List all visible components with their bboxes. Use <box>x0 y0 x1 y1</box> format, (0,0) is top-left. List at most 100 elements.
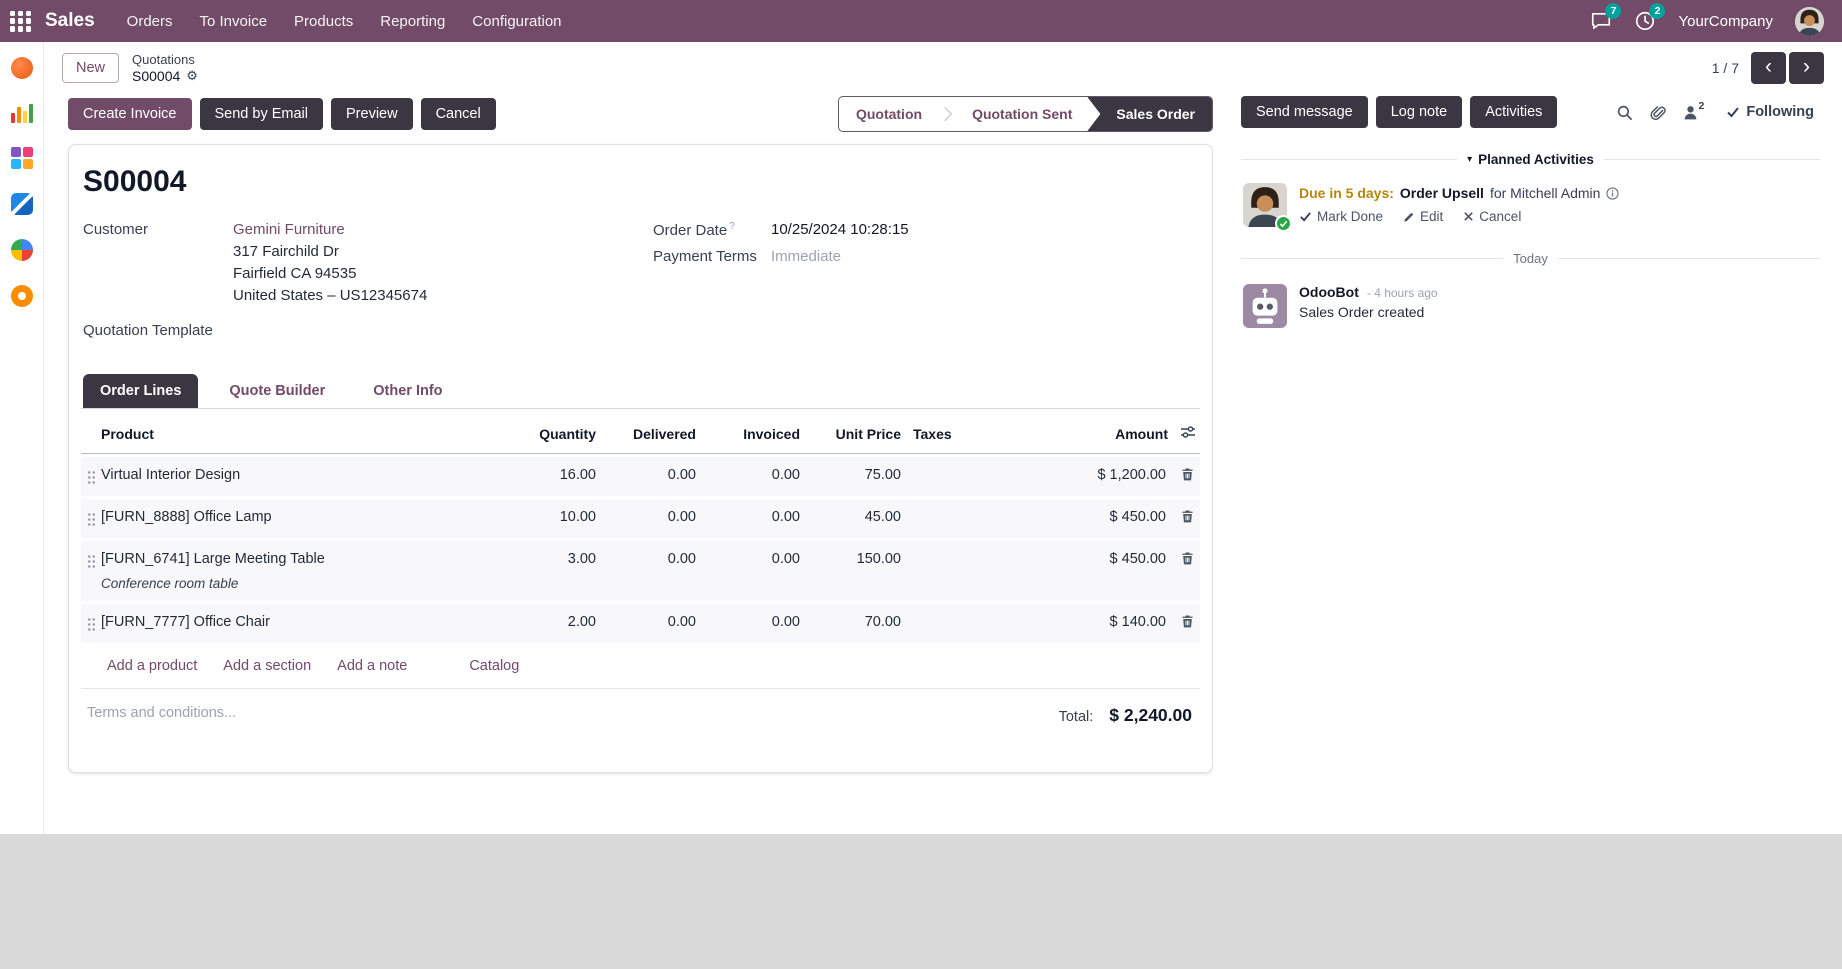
edit-activity-button[interactable]: Edit <box>1403 209 1443 224</box>
activities-clock-icon[interactable]: 2 <box>1634 10 1656 32</box>
cell-invoiced[interactable]: 0.00 <box>702 604 806 643</box>
cell-unit-price[interactable]: 75.00 <box>806 457 907 496</box>
activity-avatar[interactable] <box>1243 183 1287 227</box>
cell-amount: $ 1,200.00 <box>1064 457 1174 496</box>
status-step-quotation[interactable]: Quotation <box>839 97 939 131</box>
tab-other-info[interactable]: Other Info <box>356 374 459 408</box>
cell-taxes[interactable] <box>907 499 1064 538</box>
form-settings-gear-icon[interactable]: ⚙ <box>186 68 198 84</box>
product-note[interactable]: Conference room table <box>101 576 512 591</box>
row-drag-handle[interactable] <box>81 457 95 496</box>
order-date-value[interactable]: 10/25/2024 10:28:15 <box>771 221 909 239</box>
catalog-link[interactable]: Catalog <box>469 658 519 674</box>
cell-product[interactable]: [FURN_7777] Office Chair <box>95 604 518 643</box>
main-area: New Quotations S00004 ⚙ 1 / 7 ‹ › <box>44 42 1842 834</box>
nav-item-products[interactable]: Products <box>294 13 353 30</box>
planned-activities-toggle[interactable]: ▾ Planned Activities <box>1467 152 1594 167</box>
payment-terms-value[interactable]: Immediate <box>771 248 841 265</box>
x-icon <box>1463 211 1474 222</box>
add-a-section-link[interactable]: Add a section <box>223 658 311 674</box>
log-note-button[interactable]: Log note <box>1376 96 1462 128</box>
dock-icon-bar-chart[interactable] <box>11 103 33 123</box>
info-icon[interactable] <box>1606 187 1619 200</box>
cancel-button[interactable]: Cancel <box>421 98 496 130</box>
cancel-activity-button[interactable]: Cancel <box>1463 209 1521 224</box>
cell-quantity[interactable]: 2.00 <box>518 604 602 643</box>
cell-delete <box>1174 604 1200 643</box>
dock-icon-orange-circle[interactable] <box>11 57 33 79</box>
cell-unit-price[interactable]: 70.00 <box>806 604 907 643</box>
cell-product[interactable]: [FURN_8888] Office Lamp <box>95 499 518 538</box>
send-message-button[interactable]: Send message <box>1241 96 1368 128</box>
trash-icon[interactable] <box>1180 551 1195 566</box>
terms-and-conditions-input[interactable]: Terms and conditions... <box>87 705 236 726</box>
mark-done-button[interactable]: Mark Done <box>1299 209 1383 224</box>
cell-invoiced[interactable]: 0.00 <box>702 457 806 496</box>
cell-taxes[interactable] <box>907 604 1064 643</box>
quotation-template-field[interactable]: Quotation Template <box>83 322 653 339</box>
company-switcher[interactable]: YourCompany <box>1678 13 1773 30</box>
cell-invoiced[interactable]: 0.00 <box>702 541 806 601</box>
cell-taxes[interactable] <box>907 457 1064 496</box>
dock-icon-pie[interactable] <box>11 239 33 261</box>
cell-delivered[interactable]: 0.00 <box>602 499 702 538</box>
send-by-email-button[interactable]: Send by Email <box>200 98 324 130</box>
customer-link[interactable]: Gemini Furniture <box>233 221 345 238</box>
status-step-quotation-sent[interactable]: Quotation Sent <box>955 97 1089 131</box>
trash-icon[interactable] <box>1180 509 1195 524</box>
dock-icon-blue-app[interactable] <box>11 193 33 215</box>
message-author[interactable]: OdooBot <box>1299 284 1359 300</box>
search-messages-icon[interactable] <box>1616 104 1633 121</box>
table-header-row: Product Quantity Delivered Invoiced Unit… <box>81 414 1200 454</box>
nav-item-configuration[interactable]: Configuration <box>472 13 561 30</box>
user-avatar[interactable] <box>1795 7 1824 36</box>
messages-icon[interactable]: 7 <box>1590 10 1612 32</box>
row-drag-handle[interactable] <box>81 604 95 643</box>
app-dock <box>0 42 44 834</box>
status-step-sales-order[interactable]: Sales Order <box>1087 97 1212 131</box>
app-brand[interactable]: Sales <box>45 10 95 32</box>
nav-item-reporting[interactable]: Reporting <box>380 13 445 30</box>
list-footer-links: Add a product Add a section Add a note C… <box>81 646 1200 689</box>
cell-taxes[interactable] <box>907 541 1064 601</box>
breadcrumb-parent-link[interactable]: Quotations <box>132 52 198 67</box>
dock-icon-orange-donut[interactable] <box>11 285 33 307</box>
row-drag-handle[interactable] <box>81 541 95 601</box>
pager-next-button[interactable]: › <box>1789 52 1824 84</box>
cell-delivered[interactable]: 0.00 <box>602 457 702 496</box>
pager-previous-button[interactable]: ‹ <box>1751 52 1786 84</box>
trash-icon[interactable] <box>1180 467 1195 482</box>
cell-unit-price[interactable]: 45.00 <box>806 499 907 538</box>
cell-product[interactable]: Virtual Interior Design <box>95 457 518 496</box>
apps-grid-icon[interactable] <box>10 11 31 32</box>
activities-button[interactable]: Activities <box>1470 96 1557 128</box>
odoobot-avatar[interactable] <box>1243 284 1287 328</box>
preview-button[interactable]: Preview <box>331 98 413 130</box>
optional-columns-icon[interactable] <box>1174 414 1200 454</box>
cell-quantity[interactable]: 3.00 <box>518 541 602 601</box>
trash-icon[interactable] <box>1180 614 1195 629</box>
chatter: Send message Log note Activities <box>1213 88 1842 834</box>
cell-unit-price[interactable]: 150.00 <box>806 541 907 601</box>
product-name[interactable]: [FURN_6741] Large Meeting Table <box>101 551 512 567</box>
create-invoice-button[interactable]: Create Invoice <box>68 98 192 130</box>
row-drag-handle[interactable] <box>81 499 95 538</box>
add-a-product-link[interactable]: Add a product <box>107 658 197 674</box>
cell-product[interactable]: [FURN_6741] Large Meeting Table Conferen… <box>95 541 518 601</box>
add-a-note-link[interactable]: Add a note <box>337 658 407 674</box>
nav-item-orders[interactable]: Orders <box>127 13 173 30</box>
following-button[interactable]: Following <box>1720 103 1820 121</box>
attachments-paperclip-icon[interactable] <box>1649 104 1666 121</box>
followers-icon[interactable]: 2 <box>1682 104 1705 121</box>
dock-icon-color-grid[interactable] <box>11 147 33 169</box>
cell-invoiced[interactable]: 0.00 <box>702 499 806 538</box>
cell-delivered[interactable]: 0.00 <box>602 541 702 601</box>
tab-order-lines[interactable]: Order Lines <box>83 374 198 408</box>
nav-item-to-invoice[interactable]: To Invoice <box>200 13 268 30</box>
new-button[interactable]: New <box>62 53 119 83</box>
cell-quantity[interactable]: 16.00 <box>518 457 602 496</box>
cell-delivered[interactable]: 0.00 <box>602 604 702 643</box>
tab-quote-builder[interactable]: Quote Builder <box>212 374 342 408</box>
cell-quantity[interactable]: 10.00 <box>518 499 602 538</box>
table-row: Virtual Interior Design 16.00 0.00 0.00 … <box>81 457 1200 496</box>
